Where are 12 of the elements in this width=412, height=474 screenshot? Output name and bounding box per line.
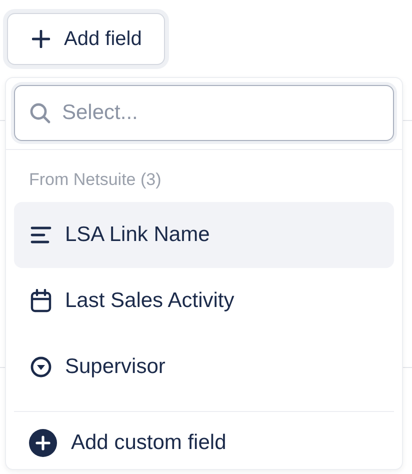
calendar-icon bbox=[30, 289, 52, 313]
field-option[interactable]: Last Sales Activity bbox=[14, 268, 394, 334]
add-custom-field-button[interactable]: Add custom field bbox=[14, 411, 394, 473]
plus-circle-icon bbox=[29, 428, 57, 456]
dropdown-circle-icon bbox=[30, 356, 52, 378]
search-icon bbox=[29, 102, 51, 124]
plus-icon bbox=[32, 30, 50, 48]
text-lines-icon bbox=[30, 226, 52, 244]
field-option[interactable]: Supervisor bbox=[14, 334, 394, 400]
field-option[interactable]: LSA Link Name bbox=[14, 202, 394, 268]
search-field[interactable]: Select... bbox=[14, 85, 394, 141]
group-label: From Netsuite (3) bbox=[28, 169, 162, 191]
